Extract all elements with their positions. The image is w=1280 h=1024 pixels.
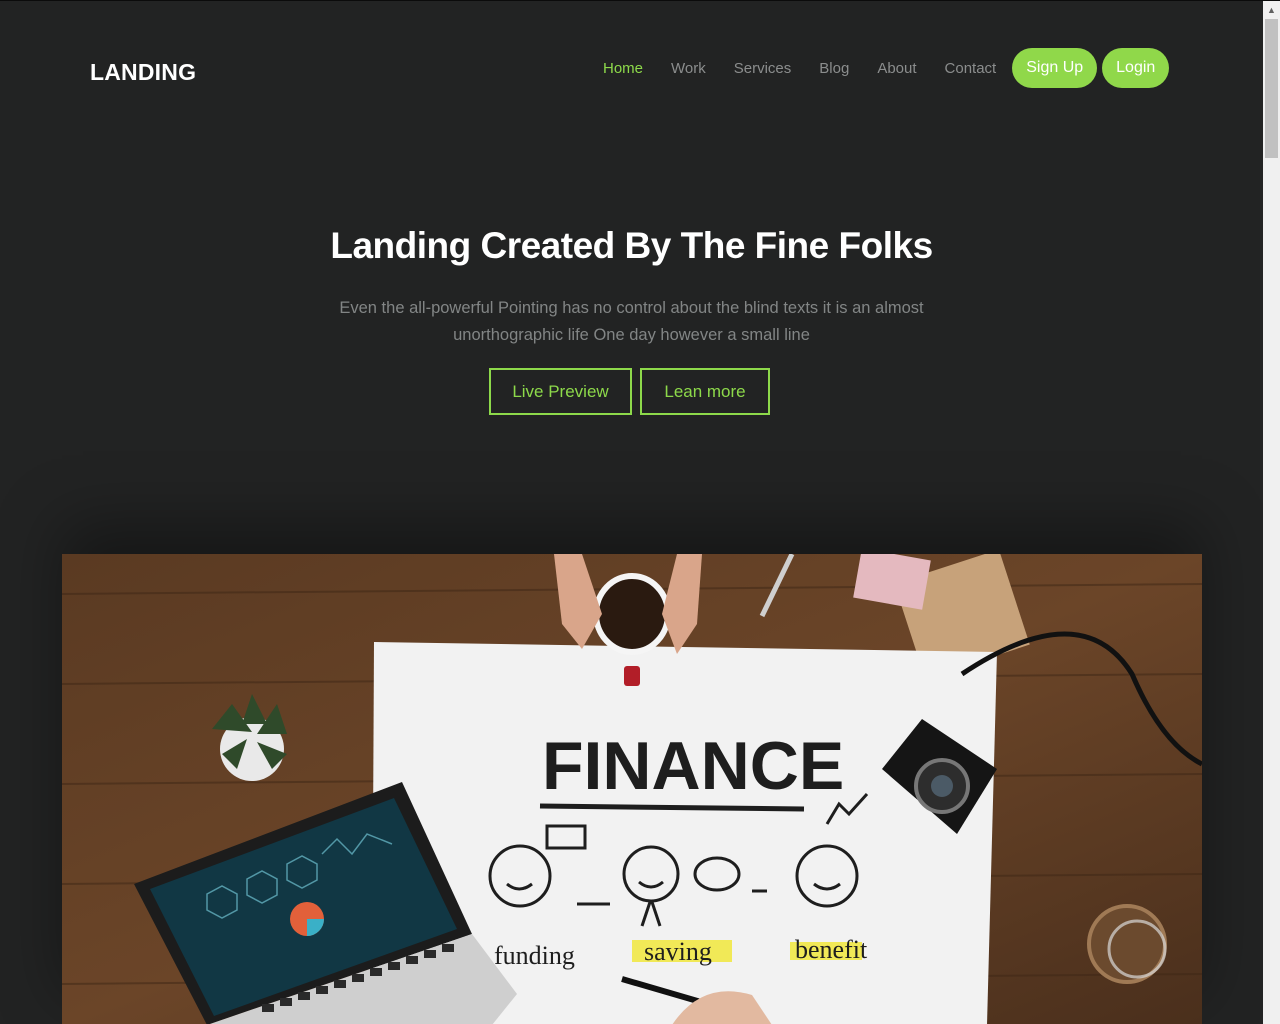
nav-services[interactable]: Services — [734, 60, 792, 77]
site-logo[interactable]: LANDING — [90, 59, 196, 86]
nav-blog[interactable]: Blog — [819, 60, 849, 77]
benefit-label: benefit — [795, 935, 868, 964]
nav-home[interactable]: Home — [603, 60, 643, 77]
main-nav: Home Work Services Blog About Contact Si… — [594, 47, 1174, 89]
learn-more-button[interactable]: Lean more — [640, 368, 770, 415]
hero-buttons: Live Preview Lean more — [489, 368, 770, 415]
coffee-cup — [593, 573, 671, 655]
hero-subtitle: Even the all-powerful Pointing has no co… — [339, 299, 924, 344]
finance-heading: FINANCE — [542, 728, 844, 804]
landing-page: LANDING Home Work Services Blog About Co… — [0, 1, 1263, 1024]
chevron-up-icon[interactable]: ▲ — [1263, 1, 1280, 18]
hero-title: Landing Created By The Fine Folks — [330, 225, 933, 266]
saving-label: saving — [644, 937, 712, 966]
scrollbar-thumb[interactable] — [1265, 19, 1278, 158]
nav-contact[interactable]: Contact — [945, 60, 997, 77]
funding-label: funding — [494, 941, 575, 970]
signup-button[interactable]: Sign Up — [1012, 48, 1098, 88]
login-button[interactable]: Login — [1102, 48, 1170, 88]
nav-about[interactable]: About — [877, 60, 916, 77]
live-preview-button[interactable]: Live Preview — [489, 368, 632, 415]
vertical-scrollbar[interactable]: ▲ — [1263, 1, 1280, 1024]
hero-image: FINANCE funding saving benefit — [62, 554, 1202, 1024]
nav-work[interactable]: Work — [671, 60, 706, 77]
